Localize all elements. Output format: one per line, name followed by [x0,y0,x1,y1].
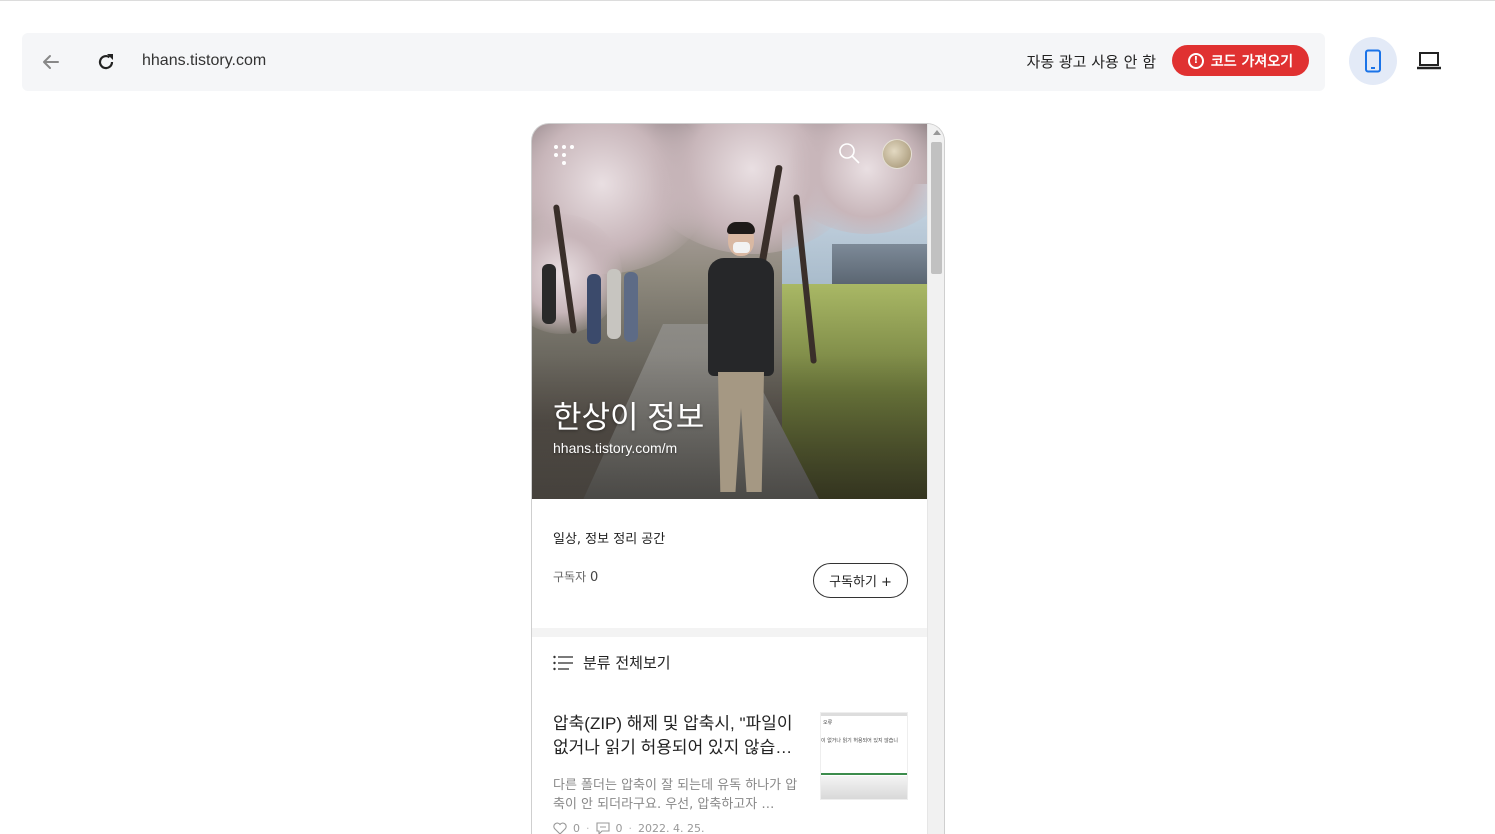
alert-icon: ! [1187,52,1204,69]
preview-toolbar: hhans.tistory.com 자동 광고 사용 안 함 ! 코드 가져오기 [22,33,1325,91]
category-all-link[interactable]: 분류 전체보기 [553,652,671,673]
back-button[interactable] [36,47,66,77]
thumb-text: 오류 [823,720,833,726]
menu-dots-icon[interactable] [553,144,575,166]
laptop-icon [1417,52,1441,70]
auto-ads-status: 자동 광고 사용 안 함 [1026,53,1156,71]
reload-icon [98,54,114,70]
comment-icon[interactable] [595,822,610,834]
post-excerpt: 다른 폴더는 압축이 잘 되는데 유독 하나가 압축이 안 되더라구요. 우선,… [553,778,798,812]
thumb-text: 이 없거나 읽기 허용되어 있지 않습니 [821,738,898,744]
scroll-up-arrow-icon[interactable] [933,130,941,135]
blog-page: 한상이 정보 hhans.tistory.com/m 일상, 정보 정리 공간 … [532,124,928,834]
subscribe-button[interactable]: 구독하기 + [813,563,908,598]
category-all-label: 분류 전체보기 [583,654,671,672]
blog-description: 일상, 정보 정리 공간 [553,532,666,547]
reload-button[interactable] [91,47,121,77]
list-icon [553,655,573,670]
profile-card: 일상, 정보 정리 공간 구독자 0 구독하기 + [532,499,928,628]
comment-count: 0 [615,822,623,834]
subscriber-count: 구독자 0 [553,568,598,585]
address-url[interactable]: hhans.tistory.com [142,52,266,70]
post-date: 2022. 4. 25. [638,822,705,834]
search-icon[interactable] [837,141,861,165]
laptop-view-button[interactable] [1405,37,1453,85]
get-code-label: 코드 가져오기 [1210,53,1294,70]
blog-url[interactable]: hhans.tistory.com/m [553,440,677,456]
heart-icon[interactable] [553,822,567,834]
meta-separator: · [586,822,590,834]
like-count: 0 [573,822,580,834]
meta-separator: · [628,822,633,834]
arrow-left-icon [43,55,59,69]
subscribers-label: 구독자 [553,570,587,584]
post-list-section: 분류 전체보기 압축(ZIP) 해제 및 압축시, "파일이 없거나 읽기 허용… [532,637,928,834]
subscribers-number: 0 [589,570,599,585]
post-title[interactable]: 압축(ZIP) 해제 및 압축시, "파일이 없거나 읽기 허용되어 있지 않습… [553,712,808,760]
scrollbar-thumb[interactable] [931,142,942,274]
post-item[interactable]: 압축(ZIP) 해제 및 압축시, "파일이 없거나 읽기 허용되어 있지 않습… [553,712,908,834]
smartphone-icon [1365,49,1381,73]
profile-avatar[interactable] [882,139,912,169]
get-code-button[interactable]: ! 코드 가져오기 [1172,45,1309,76]
post-meta: 0 · 0 · 2022. 4. 25. [553,822,704,834]
blog-title: 한상이 정보 [553,400,705,435]
mobile-view-button[interactable] [1349,37,1397,85]
top-border [0,0,1495,1]
scrollbar[interactable] [927,124,944,834]
post-thumbnail[interactable]: 오류 이 없거나 읽기 허용되어 있지 않습니 [820,712,908,800]
mobile-preview-frame: 한상이 정보 hhans.tistory.com/m 일상, 정보 정리 공간 … [531,123,945,834]
